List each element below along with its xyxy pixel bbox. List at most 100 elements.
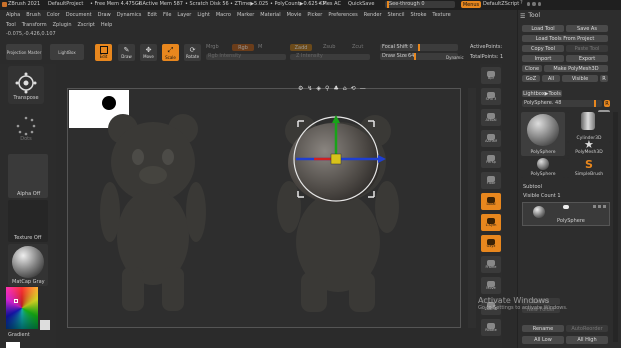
tool-thumb-polymesh3d[interactable]: ★ PolyMesh3D xyxy=(567,138,611,156)
dynamic-button[interactable]: Dynamic xyxy=(446,56,464,60)
shelf-floor-button[interactable]: Floor xyxy=(481,172,501,189)
rgb-button[interactable]: Rgb xyxy=(232,44,254,51)
gizmo-reset-icon[interactable]: ⟲ xyxy=(351,85,356,92)
m-button[interactable]: M xyxy=(258,45,262,50)
load-from-project-button[interactable]: Load Tools From Project xyxy=(522,35,608,42)
shelf-gxyz-button[interactable]: Gxyz xyxy=(481,235,501,252)
menu-preferences[interactable]: Preferences xyxy=(328,12,357,18)
goz-button[interactable]: GoZ xyxy=(522,75,540,82)
menu-transform[interactable]: Transform xyxy=(22,22,47,28)
transpose-gizmo[interactable] xyxy=(278,111,398,211)
subtool-polypaint-icon[interactable] xyxy=(598,205,601,208)
canvas-scrollbar[interactable] xyxy=(468,88,476,328)
menu-file[interactable]: File xyxy=(163,12,171,18)
material-button[interactable]: MatCap Gray xyxy=(8,244,48,286)
draw-button[interactable]: ✎ Draw xyxy=(118,44,135,61)
gizmo-unlink-icon[interactable]: ⚲ xyxy=(325,85,329,92)
focal-shift-slider[interactable]: Focal Shift 0 xyxy=(380,44,458,51)
shelf-actual-button[interactable]: Actual xyxy=(481,109,501,126)
z-intensity-slider[interactable]: Z Intensity xyxy=(290,54,370,60)
menu-texture[interactable]: Texture xyxy=(432,12,450,18)
menu-render[interactable]: Render xyxy=(364,12,382,18)
lightbox-button[interactable]: LightBox xyxy=(50,44,84,60)
projection-master-button[interactable]: Projection Master xyxy=(6,44,42,60)
edit-button[interactable]: Edit xyxy=(95,44,112,61)
lightbox-tools-button[interactable]: Lightbox▶Tools xyxy=(522,90,562,97)
shelf-rotate-button[interactable]: Rotate xyxy=(481,319,501,336)
subtool-eye-icon[interactable] xyxy=(563,205,569,209)
clone-button[interactable]: Clone xyxy=(522,65,542,72)
default-zscript[interactable]: DefaultZScript xyxy=(483,2,519,7)
rename-button[interactable]: Rename xyxy=(522,325,564,332)
menu-stroke[interactable]: Stroke xyxy=(410,12,426,18)
tool-thumb-polysphere[interactable]: PolySphere xyxy=(521,112,565,156)
shelf-aahalf-button[interactable]: AAHalf xyxy=(481,130,501,147)
shelf-spix-3-button[interactable]: SPix 3 xyxy=(481,88,501,105)
document-canvas[interactable] xyxy=(67,88,461,328)
help-icon[interactable]: ? xyxy=(520,1,523,6)
subtool-folder-icon[interactable] xyxy=(593,205,596,208)
shelf-persp-button[interactable]: Persp xyxy=(481,151,501,168)
tool-panel-header[interactable]: ☰ Tool xyxy=(517,10,621,22)
load-tool-button[interactable]: Load Tool xyxy=(522,25,564,32)
export-button[interactable]: Export xyxy=(566,55,608,62)
menu-picker[interactable]: Picker xyxy=(307,12,322,18)
dots-stroke-button[interactable]: Dots xyxy=(8,108,44,148)
zcut-button[interactable]: Zcut xyxy=(352,45,363,50)
menu-layer[interactable]: Layer xyxy=(177,12,191,18)
make-polymesh-button[interactable]: Make PolyMesh3D xyxy=(544,65,608,72)
menu-material[interactable]: Material xyxy=(260,12,280,18)
rgb-intensity-slider[interactable]: Rgb Intensity xyxy=(206,54,286,60)
copy-tool-button[interactable]: Copy Tool xyxy=(522,45,564,52)
all-high-button[interactable]: All High xyxy=(566,336,608,344)
menu-draw[interactable]: Draw xyxy=(98,12,111,18)
menu-alpha[interactable]: Alpha xyxy=(6,12,20,18)
menu-light[interactable]: Light xyxy=(197,12,209,18)
gizmo-close-icon[interactable]: — xyxy=(360,85,366,92)
mrgb-button[interactable]: Mrgb xyxy=(206,45,219,50)
alpha-button[interactable]: Alpha Off xyxy=(8,154,48,198)
menu-edit[interactable]: Edit xyxy=(147,12,157,18)
menu-movie[interactable]: Movie xyxy=(287,12,302,18)
maximize-icon[interactable] xyxy=(532,2,536,6)
tool-thumb-simplebrush[interactable]: S SimpleBrush xyxy=(567,158,611,178)
gizmo-mask-icon[interactable]: ♣ xyxy=(333,85,338,92)
subtool-list-item[interactable]: PolySphere xyxy=(522,202,610,226)
color-picker[interactable] xyxy=(6,287,38,329)
move-button[interactable]: ✥ Move xyxy=(140,44,157,61)
shelf-l-sym-button[interactable]: L.Sym xyxy=(481,214,501,231)
close-icon[interactable] xyxy=(537,2,541,6)
menu-stencil[interactable]: Stencil xyxy=(388,12,405,18)
tool-thumb-polysphere[interactable]: PolySphere xyxy=(521,158,565,178)
menu-macro[interactable]: Macro xyxy=(216,12,231,18)
all-button[interactable]: All xyxy=(542,75,560,82)
subtool-visibility-icon[interactable] xyxy=(603,205,606,208)
scale-button[interactable]: ⤢ Scale xyxy=(162,44,179,61)
minimize-icon[interactable] xyxy=(527,2,531,6)
gizmo-settings-icon[interactable]: ⚙ xyxy=(298,85,303,92)
shelf-bpr-button[interactable]: Bpr xyxy=(481,67,501,84)
menu-zscript[interactable]: Zscript xyxy=(77,22,94,28)
r-button[interactable]: R xyxy=(600,75,608,82)
menu-brush[interactable]: Brush xyxy=(26,12,40,18)
quicksave-button[interactable]: QuickSave xyxy=(348,2,374,7)
menu-color[interactable]: Color xyxy=(47,12,60,18)
gizmo-lock-icon[interactable]: ⌂ xyxy=(343,85,347,92)
menu-document[interactable]: Document xyxy=(66,12,92,18)
zsub-button[interactable]: Zsub xyxy=(323,45,335,50)
menu-tool[interactable]: Tool xyxy=(6,22,16,28)
visible-button[interactable]: Visible xyxy=(562,75,598,82)
import-button[interactable]: Import xyxy=(522,55,564,62)
menu-marker[interactable]: Marker xyxy=(237,12,254,18)
save-as-button[interactable]: Save As xyxy=(566,25,608,32)
gizmo-customize-icon[interactable]: ↯ xyxy=(307,85,312,92)
seethrough-slider[interactable]: See-through 0 xyxy=(385,1,455,8)
menu-zplugin[interactable]: Zplugin xyxy=(53,22,72,28)
secondary-color-swatch[interactable] xyxy=(6,342,20,348)
zadd-button[interactable]: Zadd xyxy=(290,44,312,51)
texture-button[interactable]: Texture Off xyxy=(8,200,48,242)
subtool-header[interactable]: Subtool xyxy=(520,184,616,192)
current-tool-slider[interactable]: PolySphere. 48 xyxy=(522,100,602,107)
current-tool-r-button[interactable]: R xyxy=(604,100,610,107)
shelf-move-button[interactable]: Move xyxy=(481,277,501,294)
